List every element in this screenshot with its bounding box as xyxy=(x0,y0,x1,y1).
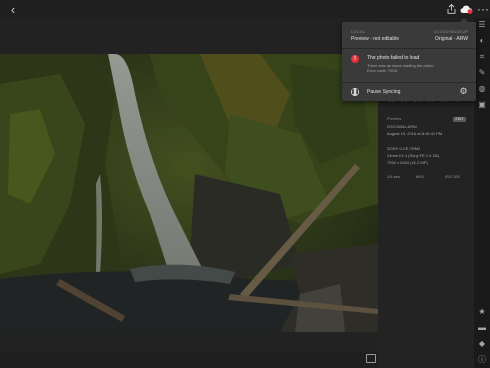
presets-icon[interactable]: ◐ xyxy=(477,36,487,46)
star-icon[interactable]: ★ xyxy=(477,307,487,317)
local-value: Preview - not editable xyxy=(351,36,400,42)
pause-syncing-label[interactable]: Pause Syncing xyxy=(367,89,400,95)
brush-icon[interactable]: ✎ xyxy=(477,68,487,78)
pause-syncing-row[interactable]: ❚❚ Pause Syncing ⚙ xyxy=(342,83,476,101)
sync-status-popover: LOCAL Preview - not editable CLOUD BACKU… xyxy=(342,18,476,101)
shutter-speed: 1/4 sec xyxy=(387,174,400,179)
bottom-bar xyxy=(0,351,378,368)
dimensions: 7952 x 5304 (42.2 MP) xyxy=(387,160,428,165)
local-status: LOCAL Preview - not editable xyxy=(351,29,399,42)
filmstrip-icon[interactable] xyxy=(366,354,376,363)
adjust-icon[interactable]: ☰ xyxy=(477,20,487,30)
comment-icon[interactable]: ▬ xyxy=(477,323,487,333)
tag-icon[interactable]: ◆ xyxy=(477,339,487,349)
preview-label: Preview xyxy=(387,116,402,121)
cloud-sync-icon[interactable] xyxy=(458,2,474,16)
cloud-backup-status: CLOUD BACKUP Original - ARW xyxy=(434,29,468,42)
error-message: There was an issue loading the photo. Er… xyxy=(367,63,435,73)
error-code: Error code: 7005. xyxy=(367,68,398,73)
cloud-caption: CLOUD BACKUP xyxy=(434,29,468,34)
error-title: The photo failed to load xyxy=(367,55,420,61)
crop-icon[interactable]: ⌗ xyxy=(477,52,487,62)
edit-badge[interactable]: EDIT xyxy=(453,117,466,122)
cloud-value: Original - ARW xyxy=(435,36,468,42)
app-window: ‹ ··· Preview EDIT DSC05264.ARW August 1… xyxy=(0,0,490,368)
more-icon[interactable]: ··· xyxy=(476,2,490,16)
photo-canvas xyxy=(0,18,378,351)
iso: ISO 100 xyxy=(445,174,460,179)
chevron-left-icon[interactable]: ‹ xyxy=(6,2,20,16)
filename: DSC05264.ARW xyxy=(387,124,417,129)
aperture: f/8.0 xyxy=(416,174,424,179)
share-icon[interactable] xyxy=(444,2,458,16)
camera-model: SONY ILCE-7RM2 xyxy=(387,146,421,151)
healing-icon[interactable]: ▣ xyxy=(477,100,487,110)
local-caption: LOCAL xyxy=(351,29,366,34)
selective-icon[interactable]: ◍ xyxy=(477,84,487,94)
lens-info: 24mm f/1.4 (Sony FE 1.4 ZA) xyxy=(387,153,440,158)
divider xyxy=(342,48,476,49)
tool-rail: ☰ ◐ ⌗ ✎ ◍ ▣ ★ ▬ ◆ ⓘ xyxy=(474,18,490,368)
info-icon[interactable]: ⓘ xyxy=(477,355,487,365)
waterfall-photo[interactable] xyxy=(0,54,378,332)
error-icon: ! xyxy=(351,55,359,63)
pause-icon[interactable]: ❚❚ xyxy=(351,88,359,96)
capture-date: August 19, 2016 at 8:16:41 PM xyxy=(387,131,443,136)
top-bar: ‹ ··· xyxy=(0,0,490,18)
gear-icon[interactable]: ⚙ xyxy=(459,87,468,96)
